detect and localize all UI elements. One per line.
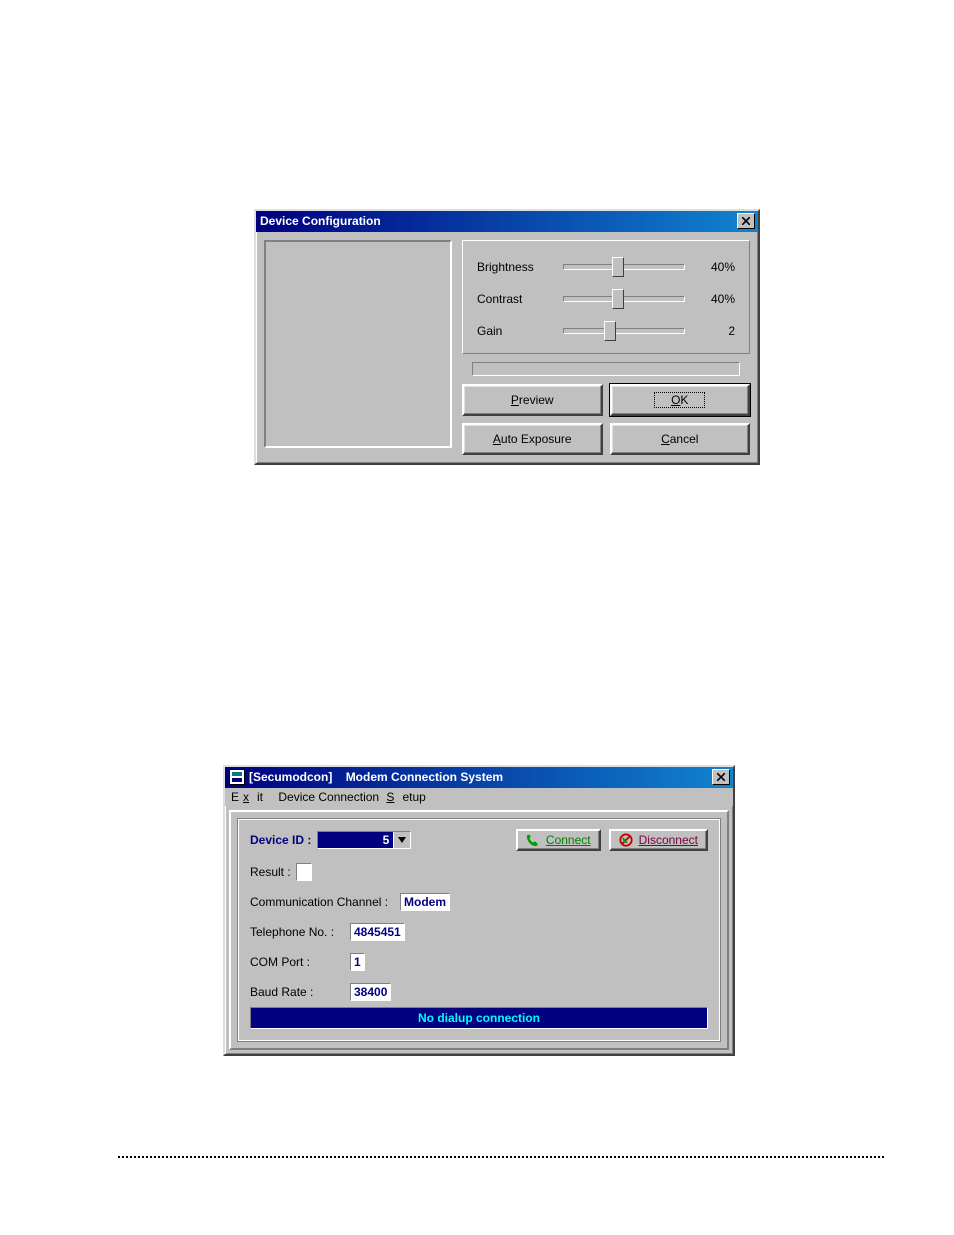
result-label: Result : bbox=[250, 865, 296, 879]
window-title: [Secumodcon] Modem Connection System bbox=[249, 770, 712, 784]
auto-exposure-button-label: Auto Exposure bbox=[493, 432, 572, 446]
contrast-slider[interactable] bbox=[563, 296, 685, 302]
com-port-value: 1 bbox=[350, 953, 365, 971]
connect-button-label: Connect bbox=[546, 833, 591, 847]
auto-exposure-button[interactable]: Auto Exposure bbox=[462, 423, 603, 455]
ok-button-label: OK bbox=[654, 392, 705, 408]
preview-area bbox=[264, 240, 452, 448]
comm-channel-label: Communication Channel : bbox=[250, 895, 400, 909]
device-configuration-dialog: Device Configuration Brightness 40% Cont… bbox=[254, 209, 760, 465]
contrast-label: Contrast bbox=[477, 292, 563, 306]
menu-device-connection-setup[interactable]: Device Connection Setup bbox=[274, 788, 433, 806]
chevron-down-icon bbox=[398, 837, 406, 843]
progress-bar bbox=[472, 362, 740, 376]
comm-channel-row: Communication Channel : Modem bbox=[250, 893, 708, 911]
sliders-group: Brightness 40% Contrast 40% Gain bbox=[462, 240, 750, 354]
result-row: Result : bbox=[250, 863, 708, 881]
contrast-value: 40% bbox=[697, 292, 735, 306]
result-value bbox=[296, 863, 312, 881]
cancel-button[interactable]: Cancel bbox=[610, 423, 751, 455]
com-port-row: COM Port : 1 bbox=[250, 953, 708, 971]
telephone-label: Telephone No. : bbox=[250, 925, 350, 939]
telephone-value: 4845451 bbox=[350, 923, 405, 941]
brightness-value: 40% bbox=[697, 260, 735, 274]
titlebar[interactable]: Device Configuration bbox=[256, 211, 758, 232]
ok-button[interactable]: OK bbox=[610, 384, 751, 416]
titlebar[interactable]: [Secumodcon] Modem Connection System bbox=[225, 767, 733, 788]
preview-button[interactable]: Preview bbox=[462, 384, 603, 416]
baud-rate-value: 38400 bbox=[350, 983, 391, 1001]
contrast-row: Contrast 40% bbox=[477, 283, 735, 315]
brightness-row: Brightness 40% bbox=[477, 251, 735, 283]
disconnect-button-label: Disconnect bbox=[639, 833, 698, 847]
telephone-row: Telephone No. : 4845451 bbox=[250, 923, 708, 941]
baud-rate-label: Baud Rate : bbox=[250, 985, 350, 999]
phone-disconnect-icon bbox=[619, 833, 633, 847]
modem-connection-dialog: [Secumodcon] Modem Connection System Exi… bbox=[223, 765, 735, 1056]
device-id-label: Device ID : bbox=[250, 833, 311, 847]
phone-connect-icon bbox=[526, 833, 540, 847]
gain-slider[interactable] bbox=[563, 328, 685, 334]
brightness-label: Brightness bbox=[477, 260, 563, 274]
close-button[interactable] bbox=[737, 213, 755, 229]
window-title: Device Configuration bbox=[260, 214, 737, 228]
baud-rate-row: Baud Rate : 38400 bbox=[250, 983, 708, 1001]
device-id-row: Device ID : 5 Connect bbox=[250, 829, 708, 851]
preview-button-label: Preview bbox=[511, 393, 554, 407]
gain-label: Gain bbox=[477, 324, 563, 338]
close-icon bbox=[717, 773, 725, 781]
combobox-dropdown-button[interactable] bbox=[393, 832, 410, 848]
disconnect-button[interactable]: Disconnect bbox=[609, 829, 708, 851]
page-divider bbox=[118, 1156, 884, 1158]
gain-slider-thumb[interactable] bbox=[604, 321, 616, 341]
brightness-slider-thumb[interactable] bbox=[612, 257, 624, 277]
device-id-combobox[interactable]: 5 bbox=[317, 831, 411, 849]
brightness-slider[interactable] bbox=[563, 264, 685, 270]
status-bar: No dialup connection bbox=[250, 1007, 708, 1029]
app-icon bbox=[229, 769, 245, 785]
close-icon bbox=[742, 217, 750, 225]
close-button[interactable] bbox=[712, 769, 730, 785]
comm-channel-value: Modem bbox=[400, 893, 450, 911]
device-id-value: 5 bbox=[318, 832, 393, 848]
gain-row: Gain 2 bbox=[477, 315, 735, 347]
menu-exit[interactable]: Exit bbox=[227, 788, 271, 806]
gain-value: 2 bbox=[697, 324, 735, 338]
menubar: Exit Device Connection Setup bbox=[225, 788, 733, 806]
connect-button[interactable]: Connect bbox=[516, 829, 601, 851]
cancel-button-label: Cancel bbox=[661, 432, 698, 446]
contrast-slider-thumb[interactable] bbox=[612, 289, 624, 309]
com-port-label: COM Port : bbox=[250, 955, 350, 969]
status-text: No dialup connection bbox=[418, 1011, 540, 1025]
